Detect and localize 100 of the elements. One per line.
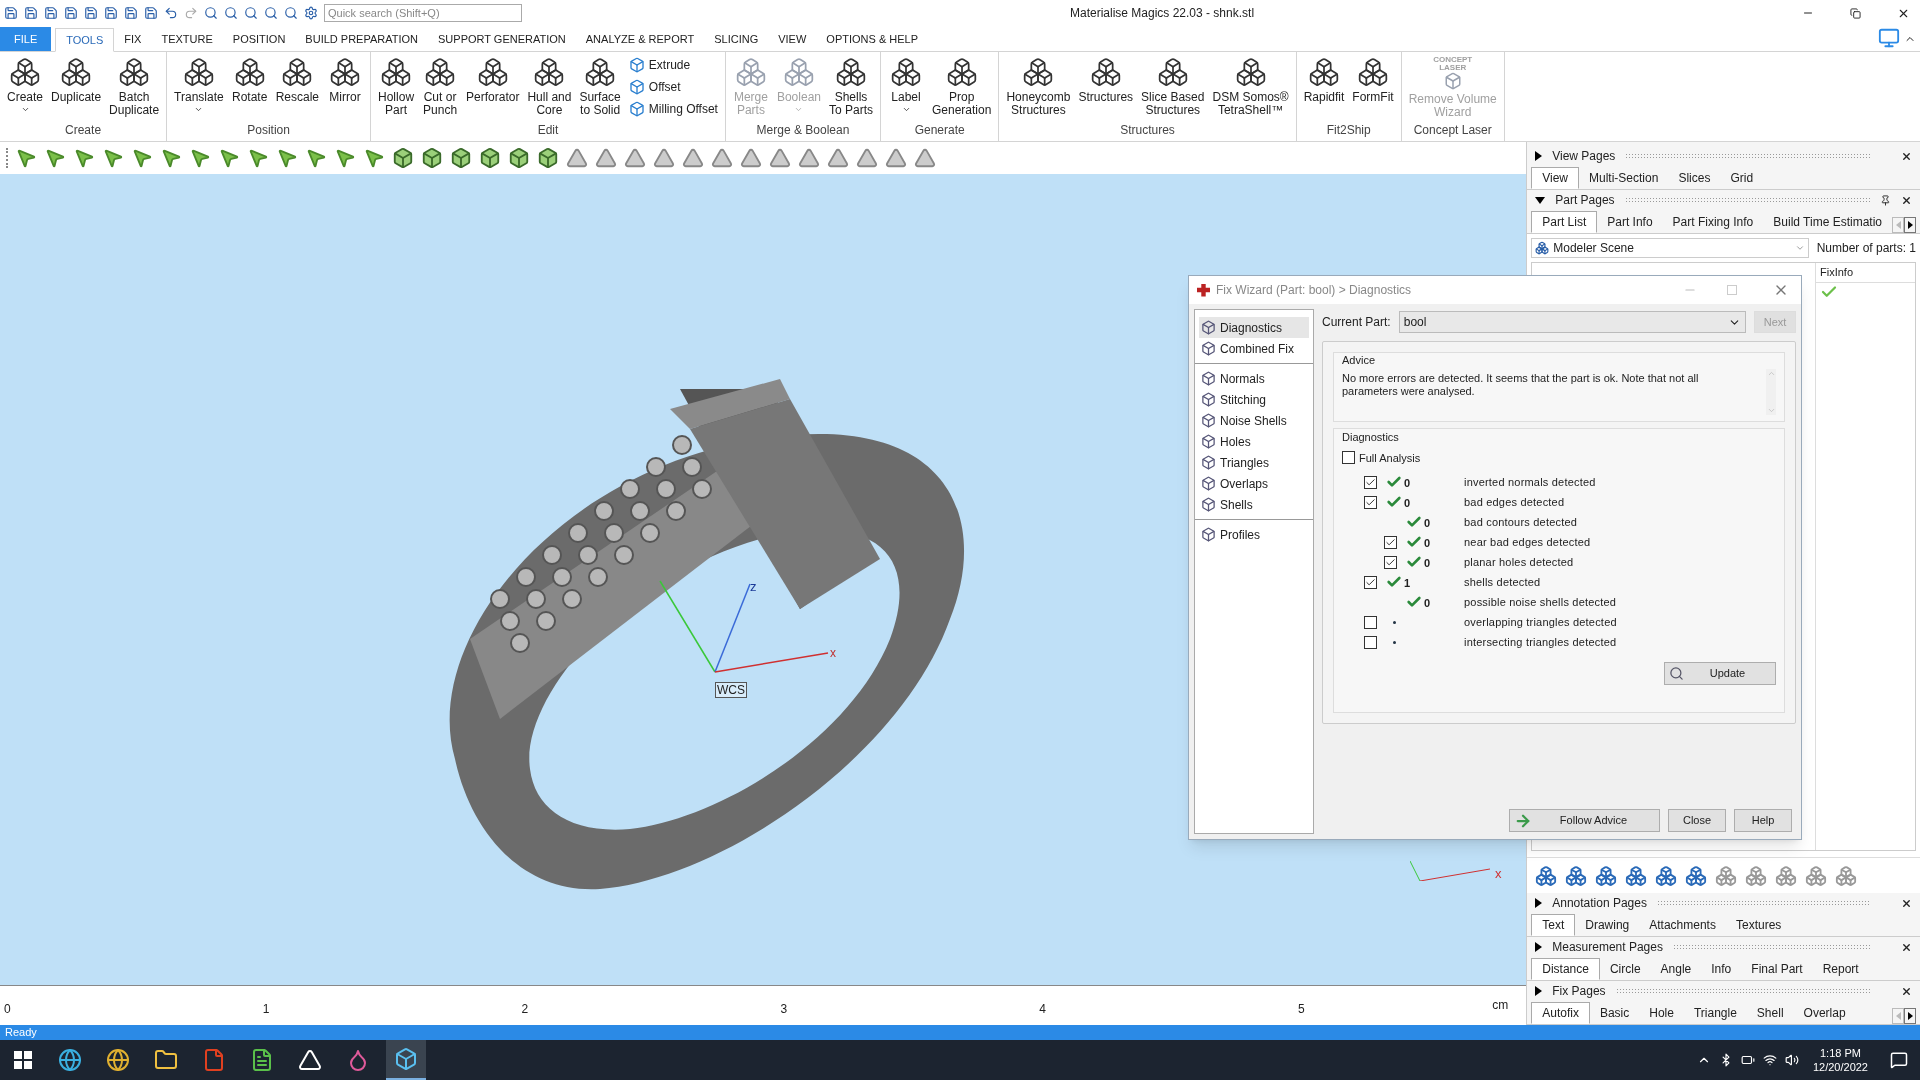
panel-tab[interactable]: Slices	[1668, 167, 1721, 189]
triangle-icon[interactable]	[827, 147, 849, 169]
menu-tab[interactable]: SUPPORT GENERATION	[428, 27, 576, 51]
settings-icon[interactable]	[304, 6, 318, 20]
pointer-icon[interactable]	[131, 147, 153, 169]
panel-tab[interactable]: Multi-Section	[1579, 167, 1669, 189]
cube-icon[interactable]	[537, 147, 559, 169]
toolbar-icon[interactable]	[24, 6, 38, 20]
dialog-button[interactable]: Help	[1734, 809, 1792, 832]
app-icon[interactable]	[58, 1048, 82, 1072]
wifi-icon[interactable]	[1762, 1053, 1777, 1067]
pointer-icon[interactable]	[160, 147, 182, 169]
nav-item[interactable]: Shells	[1199, 494, 1309, 515]
panel-tab[interactable]: Part Fixing Info	[1662, 211, 1764, 233]
view-icon[interactable]	[204, 6, 218, 20]
triangle-icon[interactable]	[595, 147, 617, 169]
panel-tab[interactable]: Autofix	[1531, 1002, 1590, 1024]
app-icon[interactable]	[106, 1048, 130, 1072]
panel-tab[interactable]: Info	[1701, 958, 1742, 980]
pointer-icon[interactable]	[102, 147, 124, 169]
checkbox[interactable]	[1364, 495, 1377, 509]
nav-item[interactable]: Noise Shells	[1199, 410, 1309, 431]
column-header[interactable]: FixInfo	[1816, 263, 1915, 283]
toolbar-icon[interactable]	[104, 6, 118, 20]
dialog-button[interactable]: Close	[1668, 809, 1726, 832]
triangle-icon[interactable]	[682, 147, 704, 169]
panel-tab[interactable]: Overlap	[1793, 1002, 1856, 1024]
ribbon-button[interactable]: Shells To Parts	[825, 52, 877, 117]
panel-tab[interactable]: Distance	[1531, 958, 1600, 980]
close-icon[interactable]	[1901, 150, 1912, 162]
nav-item[interactable]: Profiles	[1199, 524, 1309, 545]
ribbon-button[interactable]: Structures	[1074, 52, 1138, 104]
panel-tab[interactable]: Triangle	[1683, 1002, 1747, 1024]
checkbox[interactable]	[1364, 575, 1377, 589]
close-icon[interactable]	[1901, 985, 1912, 997]
panel-tab[interactable]: Final Part	[1741, 958, 1813, 980]
cube-icon[interactable]	[1805, 864, 1828, 887]
volume-icon[interactable]	[1784, 1053, 1799, 1067]
search-field[interactable]: Quick search (Shift+Q)	[324, 4, 522, 22]
battery-icon[interactable]	[1740, 1053, 1755, 1067]
triangle-icon[interactable]	[624, 147, 646, 169]
checkbox[interactable]	[1342, 451, 1355, 465]
cube-icon[interactable]	[1535, 864, 1558, 887]
pointer-icon[interactable]	[73, 147, 95, 169]
panel-tab[interactable]: Textures	[1725, 914, 1792, 936]
panel-tab[interactable]: Drawing	[1575, 914, 1640, 936]
ribbon-button[interactable]: Duplicate	[47, 52, 106, 104]
pointer-icon[interactable]	[247, 147, 269, 169]
nav-item[interactable]: Stitching	[1199, 389, 1309, 410]
pointer-icon[interactable]	[218, 147, 240, 169]
checkbox[interactable]	[1384, 555, 1397, 569]
cube-icon[interactable]	[421, 147, 443, 169]
menu-tab[interactable]: POSITION	[222, 27, 296, 51]
cube-icon[interactable]	[508, 147, 530, 169]
panel-tab[interactable]: Circle	[1599, 958, 1651, 980]
ribbon-button[interactable]: Cut or Punch	[418, 52, 463, 117]
pointer-icon[interactable]	[305, 147, 327, 169]
menu-tab[interactable]: SLICING	[704, 27, 769, 51]
pointer-icon[interactable]	[15, 147, 37, 169]
toolbar-icon[interactable]	[84, 6, 98, 20]
toolbar-icon[interactable]	[44, 6, 58, 20]
part-dropdown[interactable]: bool	[1398, 311, 1746, 333]
clock-time[interactable]: 1:18 PM	[1820, 1046, 1861, 1060]
panel-tab[interactable]: Attachments	[1639, 914, 1726, 936]
menu-tab[interactable]: TEXTURE	[151, 27, 223, 51]
folder-icon[interactable]	[154, 1048, 178, 1072]
checkbox[interactable]	[1364, 615, 1377, 629]
scroll-right-icon[interactable]	[1904, 217, 1916, 233]
cube-icon[interactable]	[1685, 864, 1708, 887]
triangle-icon[interactable]	[914, 147, 936, 169]
file-tab[interactable]: FILE	[0, 27, 52, 51]
panel-title[interactable]: Part Pages	[1555, 191, 1615, 209]
cube-icon[interactable]	[1655, 864, 1678, 887]
pointer-icon[interactable]	[276, 147, 298, 169]
checkbox[interactable]	[1384, 535, 1397, 549]
toolbar-icon[interactable]	[64, 6, 78, 20]
ribbon-button[interactable]: Prop Generation	[928, 52, 996, 117]
cube-icon[interactable]	[1715, 864, 1738, 887]
checkbox[interactable]	[1364, 475, 1377, 489]
clock-date[interactable]: 12/20/2022	[1812, 1060, 1868, 1074]
panel-tab[interactable]: Build Time Estimatio	[1763, 211, 1892, 233]
ribbon-button[interactable]: Hollow Part	[374, 52, 419, 117]
app-icon[interactable]	[250, 1048, 274, 1072]
checkbox[interactable]	[1364, 635, 1377, 649]
triangle-icon[interactable]	[798, 147, 820, 169]
cube-icon[interactable]	[1775, 864, 1798, 887]
cube-icon[interactable]	[479, 147, 501, 169]
nav-item[interactable]: Holes	[1199, 431, 1309, 452]
pointer-icon[interactable]	[334, 147, 356, 169]
panel-tab[interactable]: Basic	[1589, 1002, 1640, 1024]
cube-icon[interactable]	[1565, 864, 1588, 887]
view-icon[interactable]	[264, 6, 278, 20]
toolbar-icon[interactable]	[4, 6, 18, 20]
scene-dropdown[interactable]: Modeler Scene	[1531, 238, 1809, 258]
ribbon-button[interactable]: Honeycomb Structures	[1002, 52, 1075, 117]
ribbon-button[interactable]: Offset	[624, 76, 722, 98]
cube-icon[interactable]	[1625, 864, 1648, 887]
view-icon[interactable]	[224, 6, 238, 20]
ribbon-button[interactable]: Perforator	[462, 52, 524, 104]
pointer-icon[interactable]	[44, 147, 66, 169]
